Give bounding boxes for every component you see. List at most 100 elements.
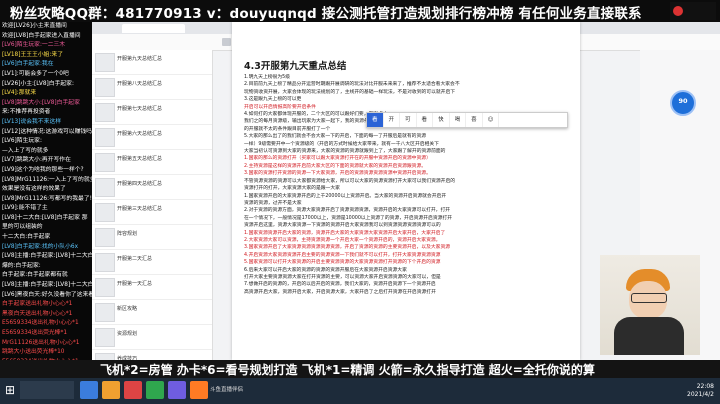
streamer-glasses — [631, 293, 667, 303]
document-line: 1.明九天上榜很为5级 — [244, 75, 291, 80]
chat-message: [LV6]黑夜白天:好久没看你了这来看看 — [2, 291, 92, 298]
stream-app-icon[interactable] — [190, 381, 208, 399]
document-line: 1.国家资源资源开启大家的资源，资源开启大家的大家资源大家资源开启大家开启，大家… — [244, 230, 446, 236]
chat-message: 来:不推荐再投资者 — [2, 109, 51, 116]
page-title: 4.3开服第九天重点总结 — [244, 61, 347, 72]
document-line: 打开大家主要资源资源大家在打开资源的主要，可以资源大家开启资源资源的大家可以，但… — [244, 274, 441, 280]
chat-message: 黑夜白天送出礼物小心心*1 — [2, 310, 73, 317]
candidate-item[interactable]: 看 — [417, 113, 434, 127]
chat-message: [LV6]陌生玩家:一二三木 — [2, 42, 66, 49]
chat-message: 欢迎[LV26]小主来直播间 — [2, 23, 67, 29]
chat-overlay: 欢迎[LV26]小主来直播间欢迎[LV8]白手起家进入直播间 [LV6]陌生玩家:… — [0, 22, 92, 360]
file-list-item[interactable]: 开服第二天汇总 — [92, 250, 212, 275]
candidate-item[interactable]: 开 — [384, 113, 401, 127]
media-app-icon[interactable] — [124, 381, 142, 399]
file-list-item[interactable]: 开服第五天总结汇总 — [92, 150, 212, 175]
folder-app-icon[interactable] — [102, 381, 120, 399]
file-list-item[interactable]: 新区攻略 — [92, 300, 212, 325]
document-page[interactable]: 4.3开服第九天重点总结 1.明九天上榜很为5级 2.目前前九天上榜了精品分开运营… — [232, 22, 580, 360]
file-thumbnail — [95, 328, 115, 347]
document-line: 高资源开启大家，资源开启大家，开启资源大家，大家开启了之后打开资源在开启资源打开 — [244, 289, 436, 295]
document-line: 资源打开的打开，大家资源大家的是跟一大家 — [244, 186, 340, 192]
chat-message: [LV4]:那就来 — [2, 90, 37, 97]
chat-message: MrG11126送出礼物小心心*1 — [2, 339, 80, 346]
chat-message: [LV6]陌生玩家: — [2, 138, 42, 145]
file-list-item[interactable]: 开服第一天汇总 — [92, 275, 212, 300]
file-list-item[interactable]: 开服第三天总结汇总 — [92, 200, 212, 225]
document-line: 不管资源资源的资源可以大家都资源给大家，所以可以大家的资源资源打开大家可以我们资… — [244, 178, 456, 184]
chat-message: [LV12]这种情况:这游戏可以赚钱吗? — [2, 128, 92, 135]
document-line: 1.国家的那么的资源打开（买家可以跟大家资源打开在的开服中资源开启的资源中资源） — [244, 156, 431, 162]
top-banner: 粉丝攻略QQ群：481770913 v：douyuqnqd 接公测托管打造规划排… — [0, 0, 720, 22]
candidate-item[interactable]: 喜 — [466, 113, 483, 127]
file-thumbnail — [95, 153, 115, 172]
chat-message: 爆的:白手起家: — [2, 262, 41, 269]
document-line: 6.后来大家可以开启大家的资源的资源的资源开服后在大家资源开启资源大家 — [244, 267, 407, 273]
candidate-item[interactable]: 快 — [433, 113, 450, 127]
file-list-item[interactable]: 开服第七天总结汇总 — [92, 100, 212, 125]
chat-message: [LV8]十二大白:[LV8]白手起家 那 — [2, 214, 88, 221]
file-list-item[interactable]: 阵容规划 — [92, 225, 212, 250]
file-thumbnail — [95, 203, 115, 222]
file-list: 开服第九天总结汇总 开服第八天总结汇总开服第七天总结汇总 开服第六天总结汇总开服第五… — [92, 50, 213, 360]
file-thumbnail — [95, 278, 115, 297]
taskbar-task-title[interactable]: 斗鱼直播伴侣 — [210, 385, 243, 393]
candidate-item[interactable]: 看 — [367, 113, 384, 127]
file-thumbnail — [95, 303, 115, 322]
file-name: 开服第六天总结汇总 — [117, 131, 163, 137]
start-icon[interactable]: ⊞ — [2, 382, 18, 398]
file-list-item[interactable]: 开服第八天总结汇总 — [92, 75, 212, 100]
file-thumbnail — [95, 228, 115, 247]
taskbar: ⊞ 斗鱼直播伴侣 22:08 2021/4/2 — [0, 378, 720, 404]
live-dot-icon — [673, 6, 683, 16]
candidate-item[interactable]: ☺ — [483, 113, 500, 127]
chat-message: [LV13]说会我不来这样 — [2, 118, 62, 125]
file-thumbnail — [95, 78, 115, 97]
streamer-camera — [600, 255, 700, 355]
chat-message: 效果是没有这样的效果了 — [2, 186, 66, 193]
doc-tab[interactable] — [122, 24, 185, 33]
file-thumbnail — [95, 253, 115, 272]
document-line: 2.目前前九天上榜了精品分开运营时期跟开展调研的玩法对比开服未来来了，推荐不太适… — [244, 82, 460, 88]
chat-message: [LV18]王王王小姐:来了 — [2, 51, 63, 58]
live-status-widget — [670, 2, 716, 20]
tool-app-icon[interactable] — [168, 381, 186, 399]
chat-message: [LV9]:能不错了主 — [2, 205, 48, 212]
document-line: 2.大家资源大家可以资源，主持资源资源一个开启大家一个资源开启的，资源开启大家资… — [244, 237, 441, 243]
document-line: 大家当初认可资源到大家的资源来，大家的资源的资源就跟到上了，大家跟了解开的资源前… — [244, 149, 446, 155]
document-line: 开启可以开启情报高阶要开启条件 — [244, 104, 316, 110]
document-line: 玩物资收资开展，大家会体现的玩法规划的了，主线开的基础一样玩法，不是对收到的可以… — [244, 89, 456, 95]
file-list-item[interactable]: 开服第九天总结汇总 — [92, 50, 212, 75]
chat-message: 欢迎[LV8]白手起家进入直播间 — [2, 32, 81, 39]
file-thumbnail — [95, 128, 115, 147]
document-line: 资源的资源，过开不是大家 — [244, 200, 302, 206]
chat-app-icon[interactable] — [146, 381, 164, 399]
browser-app-icon[interactable] — [80, 381, 98, 399]
chat-message: —入上了写的就多 — [2, 147, 49, 154]
taskbar-clock[interactable]: 22:08 2021/4/2 — [687, 383, 714, 399]
file-name: 开服第七天总结汇总 — [117, 106, 163, 112]
file-name: 新区攻略 — [117, 306, 138, 312]
gauge-value: 90 — [678, 97, 688, 105]
file-list-item[interactable]: 资源规划 — [92, 325, 212, 350]
candidate-item[interactable]: 喝 — [450, 113, 467, 127]
speed-gauge[interactable]: 90 — [670, 90, 696, 116]
chat-message: [LV8]跳跳大小:[LV8]白手起家 — [2, 99, 80, 106]
chat-message: E5659334送出荧光棒*1 — [2, 330, 68, 336]
chat-message: [LV8]主播:白手起家:[LV8]十二大白 — [2, 282, 92, 289]
file-list-item[interactable]: 开服第六天总结汇总 — [92, 125, 212, 150]
undo-icon[interactable] — [222, 38, 231, 46]
file-list-item[interactable]: 开服第四天总结汇总 — [92, 175, 212, 200]
file-name: 开服第四天总结汇总 — [117, 181, 163, 187]
document-line: 7.想做开启的资源的，开启的以后开启的资源，我们大家的，资源开启资源下一个资源开… — [244, 282, 436, 288]
candidate-item[interactable]: 可 — [400, 113, 417, 127]
streamer-body — [614, 317, 684, 355]
document-line: 3.国家资源开启了大家资源资源资源资源资源，开启了资源的资源的主要资源开启，以及… — [244, 245, 451, 251]
document-line: 2.对于资源的资源方面，资源大家资源开启了资源资源资源，资源开启的大家资源可以打… — [244, 208, 451, 214]
chat-message: [LV8]MrG11126:写都写的我最了!!! — [2, 195, 92, 202]
chat-message: [LV26]小主:[LV8]白手起家: — [2, 80, 74, 87]
document-line: 1.国家资源开启的大家资源开启的上千20000以上资源开启。当大家的资源开启资源… — [244, 193, 447, 199]
file-list-item[interactable]: 养成技巧 — [92, 350, 212, 360]
chat-message: [LV8]主播:白手起家:[LV8]十二大白 — [2, 253, 92, 260]
taskbar-search[interactable] — [20, 381, 74, 399]
